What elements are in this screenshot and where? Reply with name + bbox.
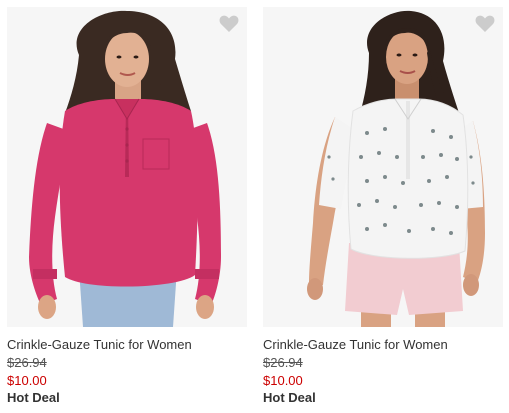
product-image[interactable]	[263, 7, 503, 327]
heart-icon[interactable]	[475, 15, 495, 33]
heart-icon[interactable]	[219, 15, 239, 33]
original-price: $26.94	[263, 355, 303, 370]
model-white-tunic-illustration	[307, 10, 485, 327]
product-card[interactable]: Crinkle-Gauze Tunic for Women $26.94 $10…	[263, 0, 503, 413]
model-pink-tunic-illustration	[29, 10, 221, 327]
deal-badge: Hot Deal	[263, 390, 316, 405]
deal-badge: Hot Deal	[7, 390, 60, 405]
product-grid: Crinkle-Gauze Tunic for Women $26.94 $10…	[0, 0, 509, 413]
product-name-link[interactable]: Crinkle-Gauze Tunic for Women	[263, 337, 448, 352]
original-price: $26.94	[7, 355, 47, 370]
product-image[interactable]	[7, 7, 247, 327]
sale-price: $10.00	[263, 373, 303, 388]
product-card[interactable]: Crinkle-Gauze Tunic for Women $26.94 $10…	[7, 0, 247, 413]
product-name-link[interactable]: Crinkle-Gauze Tunic for Women	[7, 337, 192, 352]
sale-price: $10.00	[7, 373, 47, 388]
